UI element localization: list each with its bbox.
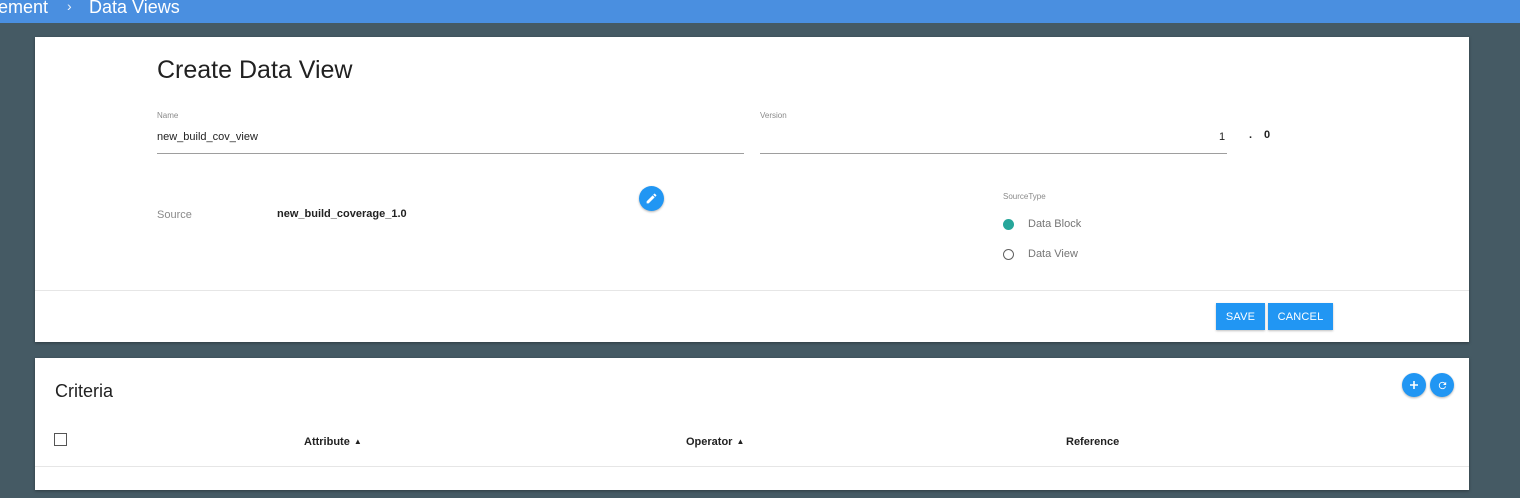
source-type-label: SourceType (1003, 192, 1046, 201)
pencil-icon (646, 193, 657, 204)
breadcrumb-separator-icon: › (67, 0, 72, 14)
column-label-attribute: Attribute (304, 436, 350, 448)
radio-data-block[interactable]: Data Block (1003, 218, 1081, 230)
version-minor: 0 (1264, 129, 1271, 141)
name-label: Name (157, 111, 179, 120)
criteria-card: Criteria Attribute ▲ Operator ▲ Reference (35, 358, 1469, 490)
column-label-operator: Operator (686, 436, 733, 448)
select-all-checkbox[interactable] (54, 433, 67, 446)
radio-data-view[interactable]: Data View (1003, 248, 1078, 260)
radio-label-data-block: Data Block (1028, 218, 1082, 230)
top-bar: ement › Data Views (0, 0, 1520, 23)
breadcrumb-parent[interactable]: ement (0, 0, 48, 18)
version-underline (760, 153, 1227, 154)
column-label-reference: Reference (1066, 436, 1120, 448)
column-header-operator[interactable]: Operator ▲ (686, 436, 744, 448)
version-major-input[interactable]: 1 (1219, 131, 1225, 143)
radio-label-data-view: Data View (1028, 248, 1078, 260)
table-header-divider (35, 466, 1469, 467)
actions-divider (35, 290, 1469, 291)
sort-asc-icon: ▲ (353, 437, 362, 446)
plus-icon (1410, 381, 1418, 389)
column-header-reference[interactable]: Reference (1066, 436, 1119, 448)
edit-source-button[interactable] (639, 186, 664, 211)
radio-selected-icon (1003, 218, 1014, 230)
save-button[interactable]: SAVE (1216, 303, 1265, 330)
name-underline (157, 153, 744, 154)
breadcrumb-current: Data Views (89, 0, 180, 17)
name-input[interactable]: new_build_cov_view (157, 131, 258, 143)
column-header-attribute[interactable]: Attribute ▲ (304, 436, 362, 448)
refresh-criteria-button[interactable] (1430, 373, 1454, 397)
version-dot: . (1249, 129, 1253, 141)
create-data-view-card: Create Data View Name new_build_cov_view… (35, 37, 1469, 342)
cancel-button[interactable]: CANCEL (1268, 303, 1333, 330)
page-title: Create Data View (157, 56, 353, 84)
source-value: new_build_coverage_1.0 (277, 208, 407, 220)
add-criteria-button[interactable] (1402, 373, 1426, 397)
version-label: Version (760, 111, 787, 120)
source-label: Source (157, 209, 192, 221)
refresh-icon (1438, 381, 1446, 389)
sort-asc-icon: ▲ (736, 437, 745, 446)
criteria-title: Criteria (55, 381, 114, 401)
radio-unselected-icon (1003, 248, 1014, 260)
